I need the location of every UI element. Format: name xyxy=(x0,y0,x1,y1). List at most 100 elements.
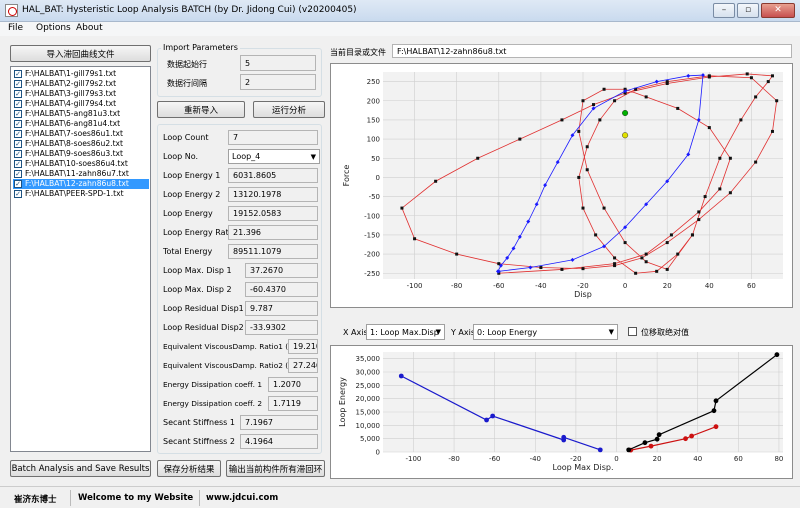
file-checkbox[interactable]: ✓ xyxy=(14,110,22,118)
close-button[interactable]: ✕ xyxy=(761,3,795,18)
file-checkbox[interactable]: ✓ xyxy=(14,130,22,138)
data-point xyxy=(707,74,711,78)
file-name: F:\HALBAT\11-zahn86u7.txt xyxy=(25,169,129,178)
file-list-item[interactable]: ✓ F:\HALBAT\4-gill79s4.txt xyxy=(13,99,149,109)
file-list-item[interactable]: ✓ F:\HALBAT\10-soes86u4.txt xyxy=(13,159,149,169)
result-value[interactable]: 7 xyxy=(228,130,318,145)
data-point xyxy=(602,206,606,210)
result-value[interactable]: 13120.1978 xyxy=(228,187,318,202)
file-list-item[interactable]: ✓ F:\HALBAT\7-soes86u1.txt xyxy=(13,129,149,139)
result-value[interactable]: 89511.1079 xyxy=(228,244,318,259)
result-value[interactable]: 1.7119 xyxy=(268,396,318,411)
file-list-item[interactable]: ✓ F:\HALBAT\1-gill79s1.txt xyxy=(13,69,149,79)
x-tick-label: 40 xyxy=(693,455,702,463)
menu-file[interactable]: File xyxy=(8,23,23,33)
data-point xyxy=(728,156,732,160)
file-list-item[interactable]: ✓ F:\HALBAT\2-gill79s2.txt xyxy=(13,79,149,89)
current-file-field[interactable]: F:\HALBAT\12-zahn86u8.txt xyxy=(392,44,792,58)
data-point xyxy=(560,118,564,122)
y-tick-label: 20,000 xyxy=(356,395,381,403)
hysteresis-plot[interactable]: -100 -80 -60 -40 -20 0 20 40 60 -250 -200 -150 -100-… xyxy=(330,63,793,308)
result-value[interactable]: 19.210 xyxy=(288,339,318,354)
file-name: F:\HALBAT\2-gill79s2.txt xyxy=(25,79,117,88)
file-list-item[interactable]: ✓ F:\HALBAT\3-gill79s3.txt xyxy=(13,89,149,99)
data-point xyxy=(683,436,688,442)
result-label: Secant Stiffness 2 xyxy=(163,437,235,446)
data-point xyxy=(770,129,774,133)
file-list-item[interactable]: ✓ F:\HALBAT\8-soes86u2.txt xyxy=(13,139,149,149)
loop-no-select[interactable]: Loop_4 ▼ xyxy=(228,149,320,164)
y-axis-label: Y Axis xyxy=(451,328,476,337)
result-value[interactable]: 37.2670 xyxy=(245,263,318,278)
file-checkbox[interactable]: ✓ xyxy=(14,190,22,198)
file-list-item[interactable]: ✓ F:\HALBAT\6-ang81u4.txt xyxy=(13,119,149,129)
file-checkbox[interactable]: ✓ xyxy=(14,120,22,128)
save-results-button[interactable]: 保存分析结果 xyxy=(157,460,221,477)
y-tick-label: 25,000 xyxy=(356,382,381,390)
file-checkbox[interactable]: ✓ xyxy=(14,90,22,98)
file-list-item[interactable]: ✓ F:\HALBAT\5-ang81u3.txt xyxy=(13,109,149,119)
x-axis-select[interactable]: 1: Loop Max.Disp ▼ xyxy=(366,324,445,340)
data-point xyxy=(766,80,770,84)
menu-options[interactable]: Options xyxy=(36,23,71,33)
result-value[interactable]: 1.2070 xyxy=(268,377,318,392)
abs-disp-label: 位移取绝对值 xyxy=(641,328,689,337)
minimize-button[interactable]: – xyxy=(713,3,735,18)
x-axis-value: 1: Loop Max.Disp xyxy=(370,327,439,337)
reimport-button[interactable]: 重新导入 xyxy=(157,101,245,118)
file-list-item[interactable]: ✓ F:\HALBAT\PEER-SPD-1.txt xyxy=(13,189,149,199)
file-list[interactable]: ✓ F:\HALBAT\1-gill79s1.txt ✓ F:\HALBAT\2-gi… xyxy=(10,66,151,452)
maximize-button[interactable]: ▫ xyxy=(737,3,759,18)
menu-about[interactable]: About xyxy=(76,23,103,33)
result-label: Energy Dissipation coeff. 2 xyxy=(163,399,263,408)
run-analysis-button[interactable]: 运行分析 xyxy=(253,101,325,118)
result-label: Total Energy xyxy=(163,247,213,256)
file-checkbox[interactable]: ✓ xyxy=(14,80,22,88)
file-list-item[interactable]: ✓ F:\HALBAT\12-zahn86u8.txt xyxy=(13,179,149,189)
file-checkbox[interactable]: ✓ xyxy=(14,70,22,78)
status-separator xyxy=(70,490,71,506)
data-point xyxy=(754,95,758,99)
data-point xyxy=(665,267,669,271)
file-checkbox[interactable]: ✓ xyxy=(14,100,22,108)
y-tick-label: 100 xyxy=(367,136,380,144)
energy-plot[interactable]: -100 -80 -60 -40 -20 0 20 40 60 80 0 5,000 10,000 15,… xyxy=(330,345,793,479)
data-point xyxy=(613,264,617,268)
data-point xyxy=(400,206,404,210)
x-tick-label: -60 xyxy=(493,282,504,290)
start-row-input[interactable]: 5 xyxy=(240,55,316,71)
result-value[interactable]: 27.246 xyxy=(288,358,318,373)
file-checkbox[interactable]: ✓ xyxy=(14,160,22,168)
result-value[interactable]: 9.787 xyxy=(245,301,318,316)
y-axis-select[interactable]: 0: Loop Energy ▼ xyxy=(473,324,618,340)
export-loops-button[interactable]: 输出当前构件所有滞回环 xyxy=(226,460,325,477)
file-checkbox[interactable]: ✓ xyxy=(14,140,22,148)
data-point xyxy=(644,252,648,256)
y-tick-label: 0 xyxy=(376,174,380,182)
energy-chart: -100 -80 -60 -40 -20 0 20 40 60 80 0 5,000 10,000 15,… xyxy=(338,352,783,472)
row-interval-input[interactable]: 2 xyxy=(240,74,316,90)
result-value[interactable]: 19152.0583 xyxy=(228,206,318,221)
file-list-item[interactable]: ✓ F:\HALBAT\9-soes86u3.txt xyxy=(13,149,149,159)
file-list-item[interactable]: ✓ F:\HALBAT\11-zahn86u7.txt xyxy=(13,169,149,179)
data-point xyxy=(754,160,758,164)
result-value[interactable]: -60.4370 xyxy=(245,282,318,297)
website-link[interactable]: www.jdcui.com xyxy=(206,493,278,503)
result-value[interactable]: 6031.8605 xyxy=(228,168,318,183)
result-value[interactable]: -33.9302 xyxy=(245,320,318,335)
import-hysteresis-button[interactable]: 导入滞回曲线文件 xyxy=(10,45,151,62)
menu-bar: File Options About xyxy=(0,22,800,36)
result-value[interactable]: 7.1967 xyxy=(240,415,318,430)
abs-disp-checkbox[interactable] xyxy=(628,327,637,336)
result-value[interactable]: 21.396 xyxy=(228,225,318,240)
x-tick-label: -60 xyxy=(489,455,500,463)
file-checkbox[interactable]: ✓ xyxy=(14,150,22,158)
batch-analysis-button[interactable]: Batch Analysis and Save Results xyxy=(10,460,151,477)
y-tick-label: 50 xyxy=(371,155,380,163)
file-checkbox[interactable]: ✓ xyxy=(14,180,22,188)
x-tick-label: 40 xyxy=(705,282,714,290)
result-value[interactable]: 4.1964 xyxy=(240,434,318,449)
data-point xyxy=(581,267,585,271)
file-checkbox[interactable]: ✓ xyxy=(14,170,22,178)
data-point xyxy=(690,233,694,237)
